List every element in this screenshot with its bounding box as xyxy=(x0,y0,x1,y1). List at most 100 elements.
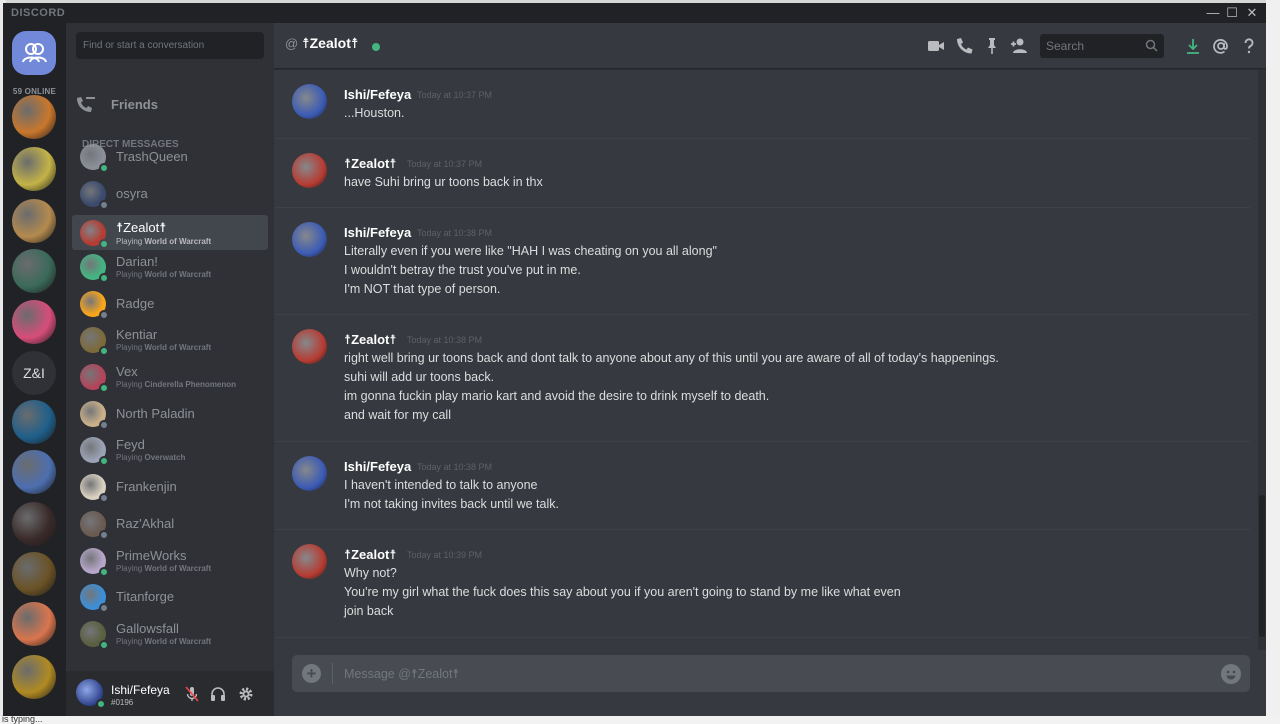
discord-window: DISCORD — ☐ ✕ 59 ONLINE Z&I Find or star… xyxy=(3,3,1266,716)
message-author[interactable]: ☨Zealot☨ xyxy=(344,547,396,563)
user-name: Ishi/Fefeya xyxy=(111,683,170,697)
guild-zi-icon[interactable]: Z&I xyxy=(12,351,56,395)
guild-8-icon[interactable] xyxy=(12,450,56,494)
friends-label: Friends xyxy=(111,96,158,112)
dm-status-dot xyxy=(99,602,109,613)
recipient-name[interactable]: ☨Zealot☨ xyxy=(302,35,359,52)
guild-9-icon[interactable] xyxy=(12,502,56,546)
friends-nav-item[interactable]: Friends xyxy=(76,89,266,119)
message-author[interactable]: Ishi/Fefeya xyxy=(344,225,411,240)
friends-icon xyxy=(77,97,95,112)
message-timestamp: Today at 10:38 PM xyxy=(417,462,493,472)
guild-3-icon[interactable] xyxy=(12,199,56,243)
emoji-picker-icon[interactable] xyxy=(1221,664,1241,684)
message-timestamp: Today at 10:38 PM xyxy=(407,335,483,345)
chat-search-input[interactable]: Search xyxy=(1040,34,1164,58)
guild-10-icon[interactable] xyxy=(12,552,56,596)
guild-4-icon[interactable] xyxy=(12,249,56,293)
message-text: Why not? xyxy=(344,566,397,580)
dm-item[interactable]: osyra xyxy=(72,176,268,211)
message-group: Ishi/Fefeya Today at 10:38 PM I haven't in… xyxy=(274,442,1250,530)
close-button[interactable]: ✕ xyxy=(1243,5,1261,21)
message-author[interactable]: Ishi/Fefeya xyxy=(344,87,411,102)
dm-activity-game: World of Warcraft xyxy=(144,637,212,646)
message-text: right well bring ur toons back and dont … xyxy=(344,351,999,365)
dm-avatar xyxy=(80,290,109,320)
scrollbar-thumb[interactable] xyxy=(1259,495,1265,637)
message-avatar[interactable] xyxy=(292,544,327,579)
message-input[interactable]: Message @☨Zealot☨ xyxy=(344,666,459,681)
dm-item[interactable]: Frankenjin xyxy=(72,469,268,504)
dm-name: Darian! xyxy=(116,254,158,269)
voice-call-icon[interactable] xyxy=(954,36,974,56)
dm-activity: Playing World of Warcraft xyxy=(116,637,211,646)
dm-activity-prefix: Playing xyxy=(116,343,145,352)
user-avatar[interactable] xyxy=(76,679,106,709)
maximize-button[interactable]: ☐ xyxy=(1223,5,1241,21)
message-scrollbar[interactable] xyxy=(1258,70,1266,650)
composer-divider xyxy=(332,663,333,684)
dm-avatar xyxy=(80,510,109,540)
dm-item[interactable]: Radge xyxy=(72,286,268,321)
add-friend-icon[interactable] xyxy=(1010,36,1030,56)
dm-avatar xyxy=(80,583,109,613)
guild-5-icon[interactable] xyxy=(12,300,56,344)
dm-status-dot xyxy=(99,309,109,320)
dm-item[interactable]: PrimeWorks Playing World of Warcraft xyxy=(72,543,268,578)
message-text: suhi will add ur toons back. xyxy=(344,370,495,384)
recipient-online-dot xyxy=(372,43,380,51)
dm-avatar xyxy=(80,473,109,503)
dm-item[interactable]: TrashQueen xyxy=(72,139,268,174)
conversation-search-input[interactable]: Find or start a conversation xyxy=(76,32,264,59)
guild-1-icon[interactable] xyxy=(12,95,56,139)
message-avatar[interactable] xyxy=(292,222,327,257)
video-call-icon[interactable] xyxy=(926,36,946,56)
help-icon[interactable] xyxy=(1239,36,1259,56)
dm-name: PrimeWorks xyxy=(116,548,187,563)
dm-item[interactable]: Titanforge xyxy=(72,579,268,614)
dm-avatar xyxy=(80,363,109,393)
dm-item[interactable]: Gallowsfall Playing World of Warcraft xyxy=(72,616,268,651)
dm-name: ☨Zealot☨ xyxy=(116,219,167,235)
dm-item[interactable]: Darian! Playing World of Warcraft xyxy=(72,249,268,284)
message-list: Ishi/Fefeya Today at 10:37 PM ...Houston. ☨… xyxy=(274,70,1258,650)
message-avatar[interactable] xyxy=(292,456,327,491)
dm-item[interactable]: ☨Zealot☨ Playing World of Warcraft xyxy=(72,215,268,250)
desktop-bottom-strip: is typing... xyxy=(0,714,1280,724)
message-composer[interactable]: + Message @☨Zealot☨ xyxy=(292,655,1250,692)
download-icon[interactable] xyxy=(1183,36,1203,56)
dm-name: Gallowsfall xyxy=(116,621,179,636)
guild-2-icon[interactable] xyxy=(12,147,56,191)
dm-name: Vex xyxy=(116,364,138,379)
message-avatar[interactable] xyxy=(292,84,327,119)
settings-gear-icon[interactable] xyxy=(237,685,255,703)
message-author[interactable]: Ishi/Fefeya xyxy=(344,459,411,474)
dm-avatar xyxy=(80,400,109,430)
message-timestamp: Today at 10:37 PM xyxy=(417,90,493,100)
pin-icon[interactable] xyxy=(982,36,1002,56)
friends-home-button[interactable] xyxy=(12,31,56,75)
dm-name: Radge xyxy=(116,296,155,311)
dm-item[interactable]: Vex Playing Cinderella Phenomenon xyxy=(72,359,268,394)
upload-plus-button[interactable]: + xyxy=(302,664,321,683)
dm-item[interactable]: Raz'Akhal xyxy=(72,506,268,541)
dm-name: Feyd xyxy=(116,437,145,452)
people-icon xyxy=(22,43,47,63)
mentions-icon[interactable] xyxy=(1211,36,1231,56)
headphones-icon[interactable] xyxy=(209,685,227,703)
dm-item[interactable]: North Paladin xyxy=(72,396,268,431)
dm-item[interactable]: Feyd Playing Overwatch xyxy=(72,432,268,467)
dm-item[interactable]: Kentiar Playing World of Warcraft xyxy=(72,322,268,357)
guild-12-icon[interactable] xyxy=(12,655,56,699)
message-author[interactable]: ☨Zealot☨ xyxy=(344,332,396,348)
message-avatar[interactable] xyxy=(292,153,327,188)
dm-avatar xyxy=(80,547,109,577)
message-author[interactable]: ☨Zealot☨ xyxy=(344,156,396,172)
minimize-button[interactable]: — xyxy=(1204,5,1222,21)
dm-activity: Playing World of Warcraft xyxy=(116,237,211,246)
guild-11-icon[interactable] xyxy=(12,602,56,646)
guild-7-icon[interactable] xyxy=(12,400,56,444)
message-avatar[interactable] xyxy=(292,329,327,364)
dm-name: TrashQueen xyxy=(116,149,188,164)
microphone-muted-icon[interactable] xyxy=(183,685,201,703)
